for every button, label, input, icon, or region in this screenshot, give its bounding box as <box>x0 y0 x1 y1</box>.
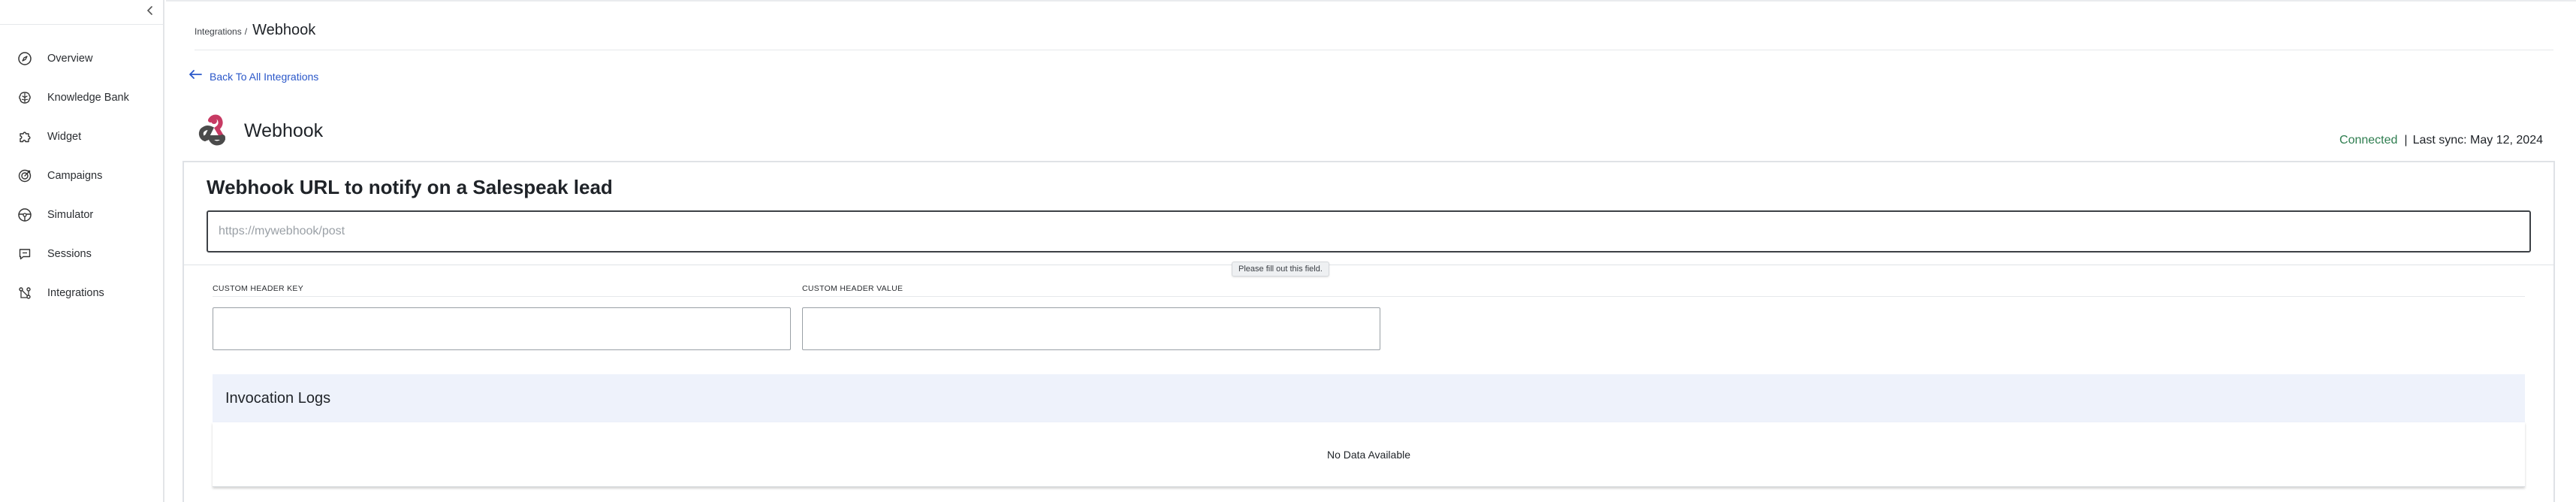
empty-state-message: No Data Available <box>1326 448 1411 461</box>
last-sync-text: Last sync: May 12, 2024 <box>2412 134 2543 147</box>
target-icon <box>17 168 33 184</box>
custom-header-value-label: CUSTOM HEADER VALUE <box>802 284 903 293</box>
breadcrumb: Integrations / Webhook <box>195 22 315 39</box>
sidebar-item-label: Simulator <box>47 209 94 221</box>
chevron-left-icon <box>146 5 154 19</box>
invocation-logs-panel: Invocation Logs No Data Available <box>213 374 2525 487</box>
main-content: Integrations / Webhook Back To All Integ… <box>166 0 2576 502</box>
brain-icon <box>17 89 33 106</box>
sidebar-item-label: Overview <box>47 53 93 65</box>
integrations-icon <box>17 285 33 301</box>
invocation-logs-header: Invocation Logs <box>213 374 2525 422</box>
validation-tooltip: Please fill out this field. <box>1232 262 1329 277</box>
sidebar-nav: Overview Knowledge Bank Widget Campaigns… <box>0 39 163 313</box>
breadcrumb-current: Webhook <box>252 22 316 38</box>
compass-icon <box>17 50 33 67</box>
webhook-url-heading: Webhook URL to notify on a Salespeak lea… <box>207 176 613 198</box>
custom-header-key-input[interactable] <box>213 307 791 350</box>
sidebar-item-campaigns[interactable]: Campaigns <box>0 156 163 195</box>
sidebar-item-label: Knowledge Bank <box>47 92 129 104</box>
sidebar-item-sessions[interactable]: Sessions <box>0 234 163 274</box>
connection-status: Connected | Last sync: May 12, 2024 <box>2339 134 2543 147</box>
status-badge: Connected <box>2339 134 2398 147</box>
sidebar-item-label: Campaigns <box>47 170 103 182</box>
sidebar-item-simulator[interactable]: Simulator <box>0 195 163 234</box>
sidebar-item-label: Integrations <box>47 287 104 299</box>
sidebar-item-widget[interactable]: Widget <box>0 117 163 156</box>
integration-title: Webhook <box>244 120 324 141</box>
back-link-label: Back To All Integrations <box>210 70 319 83</box>
custom-header-key-label: CUSTOM HEADER KEY <box>213 284 304 293</box>
arrow-left-icon <box>189 69 202 83</box>
custom-header-value-input[interactable] <box>802 307 1380 350</box>
breadcrumb-parent-link[interactable]: Integrations <box>195 26 242 37</box>
sidebar-item-integrations[interactable]: Integrations <box>0 274 163 313</box>
sidebar-item-overview[interactable]: Overview <box>0 39 163 78</box>
webhook-settings-card: Webhook URL to notify on a Salespeak lea… <box>182 161 2555 502</box>
steering-wheel-icon <box>17 207 33 223</box>
webhook-url-input[interactable] <box>207 210 2531 253</box>
sidebar-item-knowledge-bank[interactable]: Knowledge Bank <box>0 78 163 117</box>
sidebar-collapse-button[interactable] <box>141 3 159 21</box>
webhook-logo-icon <box>195 110 234 153</box>
chat-bubble-icon <box>17 246 33 262</box>
invocation-logs-body: No Data Available <box>213 422 2525 487</box>
breadcrumb-separator: / <box>244 26 248 37</box>
sidebar: Overview Knowledge Bank Widget Campaigns… <box>0 0 164 502</box>
back-to-integrations-link[interactable]: Back To All Integrations <box>189 69 318 83</box>
integration-header: Webhook <box>195 110 323 153</box>
custom-header-divider <box>213 296 2525 297</box>
status-separator: | <box>2404 134 2408 147</box>
invocation-logs-title: Invocation Logs <box>225 389 331 407</box>
sidebar-divider <box>0 24 163 25</box>
puzzle-icon <box>17 129 33 145</box>
sidebar-item-label: Sessions <box>47 248 92 260</box>
top-border <box>166 0 2576 2</box>
sidebar-item-label: Widget <box>47 131 82 143</box>
